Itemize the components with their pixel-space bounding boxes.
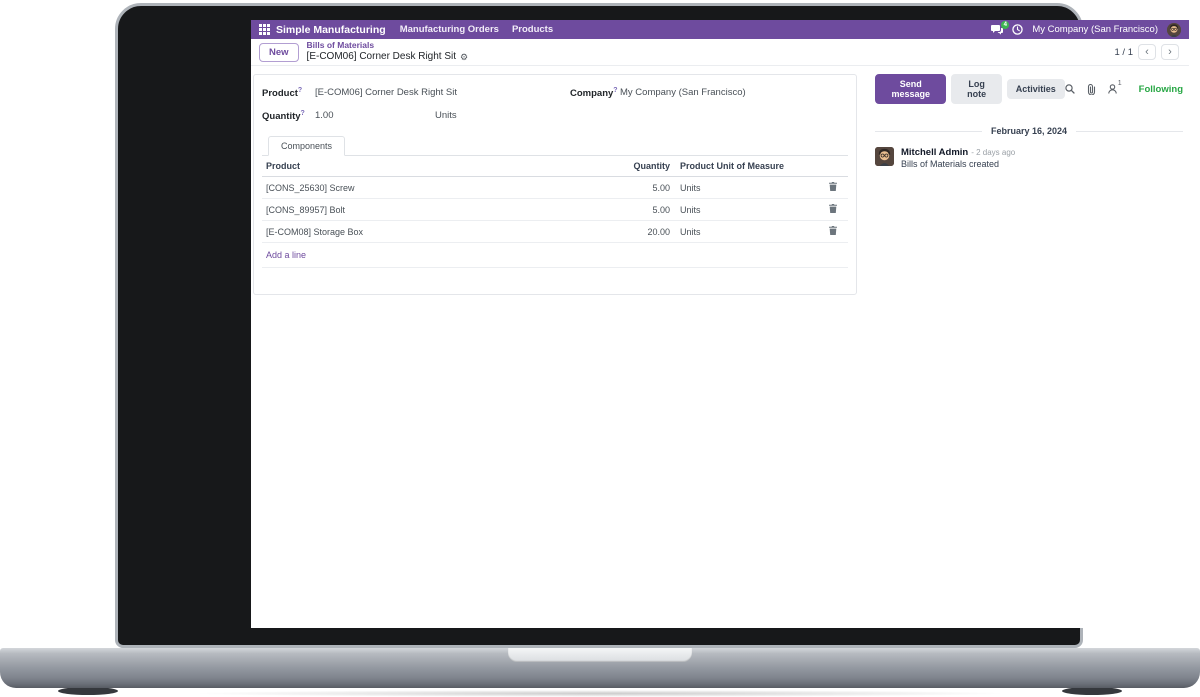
- author-avatar: [875, 147, 894, 166]
- breadcrumb-current-label: [E-COM06] Corner Desk Right Sit: [306, 51, 457, 63]
- activities-button[interactable]: Activities: [1006, 79, 1065, 99]
- laptop-hinge-notch: [508, 648, 692, 662]
- menu-products[interactable]: Products: [512, 24, 553, 35]
- message-body: Bills of Materials created: [901, 159, 1000, 170]
- breadcrumb: Bills of Materials [E-COM06] Corner Desk…: [307, 41, 469, 63]
- cell-uom[interactable]: Units: [672, 178, 820, 198]
- new-button[interactable]: New: [259, 42, 299, 62]
- pager-previous-button[interactable]: ‹: [1138, 44, 1156, 60]
- pager-next-button[interactable]: ›: [1161, 44, 1179, 60]
- chatter-actions: Send message Log note Activities 1 Follo…: [875, 74, 1183, 104]
- chatter-message: Mitchell Admin - 2 days ago Bills of Mate…: [875, 147, 1183, 169]
- cell-product[interactable]: [CONS_89957] Bolt: [264, 200, 614, 220]
- pager: 1 / 1 ‹ ›: [1114, 44, 1179, 60]
- date-divider-label: February 16, 2024: [990, 126, 1068, 136]
- app-name[interactable]: Simple Manufacturing: [276, 24, 386, 36]
- top-navbar: Simple Manufacturing Manufacturing Order…: [251, 20, 1189, 39]
- search-messages-icon[interactable]: [1065, 84, 1075, 94]
- product-field-label: Product?: [262, 87, 303, 100]
- product-field-value[interactable]: [E-COM06] Corner Desk Right Sit: [315, 87, 570, 98]
- company-switcher[interactable]: My Company (San Francisco): [1032, 24, 1158, 35]
- laptop-screen: Simple Manufacturing Manufacturing Order…: [115, 3, 1189, 648]
- pager-value: 1 / 1: [1114, 46, 1134, 58]
- messages-icon[interactable]: 4: [991, 20, 1010, 35]
- quantity-uom-value[interactable]: Units: [435, 110, 457, 121]
- followers-icon[interactable]: 1: [1108, 80, 1122, 94]
- cell-uom[interactable]: Units: [672, 200, 820, 220]
- laptop-shadow: [200, 690, 1000, 697]
- delete-row-button[interactable]: [829, 226, 837, 236]
- table-header-row: Product Quantity Product Unit of Measure: [262, 156, 848, 178]
- quantity-field-label: Quantity?: [262, 110, 305, 123]
- components-table: Product Quantity Product Unit of Measure…: [262, 156, 848, 294]
- breadcrumb-current: [E-COM06] Corner Desk Right Sit ⚙: [307, 51, 469, 63]
- user-avatar[interactable]: [1167, 22, 1181, 37]
- app-window: Simple Manufacturing Manufacturing Order…: [251, 20, 1189, 628]
- laptop-base: [0, 648, 1200, 688]
- table-row[interactable]: [CONS_25630] Screw 5.00 Units: [262, 177, 848, 200]
- cell-product[interactable]: [CONS_25630] Screw: [264, 178, 614, 198]
- col-header-quantity: Quantity: [633, 161, 670, 172]
- message-author: Mitchell Admin: [901, 147, 969, 158]
- company-field-value[interactable]: My Company (San Francisco): [620, 87, 848, 98]
- delete-row-button[interactable]: [829, 182, 837, 192]
- help-marker: ?: [300, 110, 305, 118]
- help-marker: ?: [613, 87, 618, 94]
- laptop-foot: [1062, 687, 1122, 695]
- form-column: Product? [E-COM06] Corner Desk Right Sit…: [251, 66, 857, 296]
- message-header: Mitchell Admin - 2 days ago: [901, 147, 1015, 158]
- laptop-mockup: Simple Manufacturing Manufacturing Order…: [0, 0, 1200, 697]
- control-panel: New Bills of Materials [E-COM06] Corner …: [251, 39, 1189, 66]
- company-field-label: Company?: [570, 87, 618, 100]
- table-row[interactable]: [CONS_89957] Bolt 5.00 Units: [262, 199, 848, 222]
- delete-row-button[interactable]: [829, 204, 837, 214]
- send-message-button[interactable]: Send message: [875, 74, 947, 104]
- cell-quantity[interactable]: 5.00: [614, 178, 672, 198]
- help-marker: ?: [297, 87, 303, 94]
- form-sheet: Product? [E-COM06] Corner Desk Right Sit…: [253, 74, 857, 296]
- quantity-field: 1.00 Units: [315, 110, 570, 121]
- gear-icon[interactable]: ⚙: [460, 52, 468, 62]
- notebook-tabs: Components: [262, 136, 848, 157]
- sheet-empty-space: [262, 268, 848, 294]
- messages-badge: 4: [1001, 20, 1010, 29]
- log-note-button[interactable]: Log note: [951, 74, 1002, 104]
- quantity-field-value[interactable]: 1.00: [315, 110, 435, 121]
- apps-grid-icon[interactable]: [259, 24, 270, 35]
- attachments-paperclip-icon[interactable]: [1087, 83, 1096, 95]
- add-a-line-link[interactable]: Add a line: [262, 243, 848, 269]
- cell-uom[interactable]: Units: [672, 222, 820, 242]
- main-area: Product? [E-COM06] Corner Desk Right Sit…: [251, 66, 1189, 628]
- table-row[interactable]: [E-COM08] Storage Box 20.00 Units: [262, 221, 848, 244]
- following-toggle[interactable]: Following: [1139, 84, 1183, 95]
- cell-product[interactable]: [E-COM08] Storage Box: [264, 222, 614, 242]
- activities-clock-icon[interactable]: [1012, 24, 1024, 35]
- tab-components[interactable]: Components: [268, 136, 346, 157]
- menu-manufacturing-orders[interactable]: Manufacturing Orders: [400, 24, 499, 35]
- laptop-foot: [58, 687, 118, 695]
- chatter-panel: Send message Log note Activities 1 Follo…: [857, 66, 1189, 169]
- cell-quantity[interactable]: 5.00: [614, 200, 672, 220]
- field-grid: Product? [E-COM06] Corner Desk Right Sit…: [262, 87, 848, 122]
- followers-count: 1: [1117, 80, 1122, 87]
- breadcrumb-parent-link[interactable]: Bills of Materials: [307, 41, 469, 51]
- col-header-uom: Product Unit of Measure: [680, 161, 785, 172]
- date-divider: February 16, 2024: [875, 126, 1183, 136]
- col-header-product: Product: [266, 161, 301, 172]
- cell-quantity[interactable]: 20.00: [614, 222, 672, 242]
- message-timestamp: - 2 days ago: [971, 148, 1016, 157]
